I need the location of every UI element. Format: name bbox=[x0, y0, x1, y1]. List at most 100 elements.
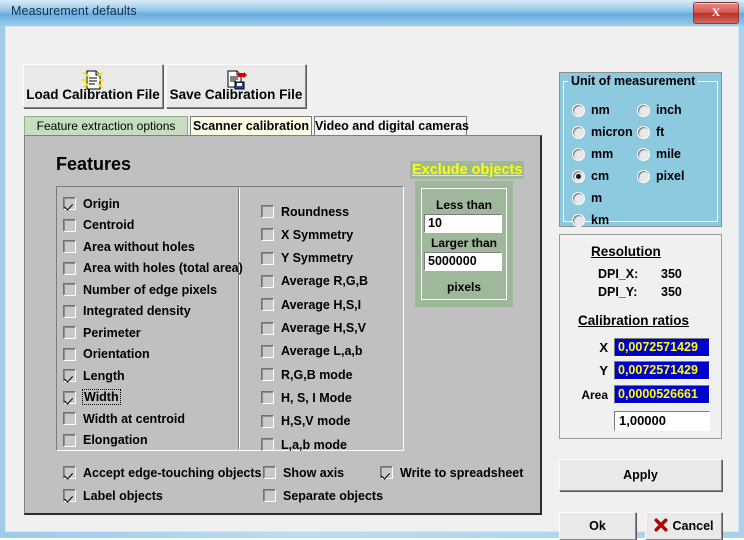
checkbox-box bbox=[63, 489, 76, 502]
checkbox-box bbox=[63, 283, 76, 296]
checkbox-box bbox=[261, 205, 274, 218]
radio-button bbox=[572, 191, 585, 205]
checkbox-box bbox=[261, 251, 274, 265]
feature-checkbox-h-s-v-mode[interactable]: H,S,V mode bbox=[261, 412, 350, 431]
checkbox-label: Length bbox=[83, 368, 125, 383]
checkbox-box bbox=[63, 369, 76, 382]
features-column-divider bbox=[238, 188, 240, 449]
feature-checkbox-length[interactable]: Length bbox=[63, 366, 125, 385]
feature-checkbox-y-symmetry[interactable]: Y Symmetry bbox=[261, 249, 353, 268]
larger-than-input[interactable]: 5000000 bbox=[424, 252, 502, 271]
option-checkbox-show-axis[interactable]: Show axis bbox=[263, 463, 344, 482]
checkbox-box bbox=[261, 298, 274, 312]
unit-radio-pixel[interactable]: pixel bbox=[637, 167, 685, 185]
unit-radio-mile[interactable]: mile bbox=[637, 145, 681, 163]
checkbox-box bbox=[263, 489, 276, 502]
feature-checkbox-elongation[interactable]: Elongation bbox=[63, 431, 148, 450]
checkbox-box bbox=[380, 466, 393, 479]
dialog-client-area: Load Calibration File Save Calibration F… bbox=[5, 26, 739, 540]
unit-of-measurement-group: Unit of measurement nm micron mm cm m km inch f… bbox=[559, 72, 722, 227]
checkbox-label: H, S, I Mode bbox=[281, 390, 352, 405]
feature-checkbox-r-g-b-mode[interactable]: R,G,B mode bbox=[261, 365, 353, 384]
radio-button bbox=[572, 125, 585, 139]
feature-checkbox-area-without-holes[interactable]: Area without holes bbox=[63, 237, 195, 256]
feature-checkbox-width[interactable]: Width bbox=[63, 388, 121, 407]
feature-checkbox-integrated-density[interactable]: Integrated density bbox=[63, 302, 191, 321]
feature-checkbox-h-s-i-mode[interactable]: H, S, I Mode bbox=[261, 388, 352, 407]
unit-radio-micron[interactable]: micron bbox=[572, 123, 633, 141]
tab-scanner-calibration[interactable]: Scanner calibration bbox=[190, 116, 312, 136]
option-checkbox-label-objects[interactable]: Label objects bbox=[63, 486, 163, 505]
save-calibration-file-button[interactable]: Save Calibration File bbox=[166, 64, 306, 108]
feature-checkbox-x-symmetry[interactable]: X Symmetry bbox=[261, 225, 353, 244]
unit-radio-m[interactable]: m bbox=[572, 189, 602, 207]
load-calibration-file-button[interactable]: Load Calibration File bbox=[23, 64, 163, 108]
feature-checkbox-area-with-holes-total-area[interactable]: Area with holes (total area) bbox=[63, 259, 243, 278]
calibration-scale-field[interactable]: 1,00000 bbox=[614, 411, 710, 431]
radio-button bbox=[572, 147, 585, 161]
option-checkbox-separate-objects[interactable]: Separate objects bbox=[263, 486, 383, 505]
checkbox-box bbox=[63, 347, 76, 361]
dpi-x-value: 350 bbox=[661, 267, 682, 281]
option-checkbox-accept-edge-touching-objects[interactable]: Accept edge-touching objects bbox=[63, 463, 262, 482]
feature-checkbox-width-at-centroid[interactable]: Width at centroid bbox=[63, 409, 185, 428]
calibration-y-label: Y bbox=[599, 363, 608, 378]
feature-checkbox-perimeter[interactable]: Perimeter bbox=[63, 323, 141, 342]
checkbox-label: Orientation bbox=[83, 347, 150, 361]
unit-radio-nm[interactable]: nm bbox=[572, 101, 610, 119]
unit-radio-ft[interactable]: ft bbox=[637, 123, 664, 141]
calibration-x-field[interactable]: 0,0072571429 bbox=[614, 338, 710, 357]
checkbox-box bbox=[261, 438, 274, 451]
checkbox-label: H,S,V mode bbox=[281, 414, 351, 429]
checkbox-label: Y Symmetry bbox=[281, 251, 354, 266]
checkbox-label: Integrated density bbox=[83, 304, 191, 318]
dpi-x-label: DPI_X: bbox=[598, 267, 639, 281]
radio-label: ft bbox=[656, 125, 665, 139]
checkbox-box bbox=[63, 304, 76, 318]
resolution-heading: Resolution bbox=[591, 244, 661, 259]
radio-button bbox=[572, 169, 585, 183]
less-than-input[interactable]: 10 bbox=[424, 214, 502, 233]
checkbox-label: Average L,a,b bbox=[281, 344, 363, 359]
feature-checkbox-origin[interactable]: Origin bbox=[63, 194, 120, 213]
apply-button[interactable]: Apply bbox=[559, 459, 722, 491]
save-calibration-file-label: Save Calibration File bbox=[169, 87, 303, 102]
calibration-area-field[interactable]: 0,0000526661 bbox=[614, 385, 710, 404]
checkbox-box bbox=[63, 218, 76, 232]
checkbox-box bbox=[261, 368, 274, 382]
close-icon[interactable]: X bbox=[693, 2, 739, 24]
ok-button[interactable]: Ok bbox=[559, 512, 636, 540]
cancel-button[interactable]: Cancel bbox=[645, 512, 722, 540]
checkbox-box bbox=[261, 321, 274, 335]
feature-checkbox-orientation[interactable]: Orientation bbox=[63, 345, 150, 364]
calibration-area-label: Area bbox=[581, 388, 608, 402]
option-checkbox-write-to-spreadsheet[interactable]: Write to spreadsheet bbox=[380, 463, 523, 482]
feature-checkbox-average-r-g-b[interactable]: Average R,G,B bbox=[261, 272, 368, 291]
feature-checkbox-l-a-b-mode[interactable]: L,a,b mode bbox=[261, 435, 347, 454]
checkbox-label: R,G,B mode bbox=[281, 367, 353, 382]
unit-radio-km[interactable]: km bbox=[572, 211, 609, 229]
checkbox-label: Elongation bbox=[83, 433, 148, 447]
feature-checkbox-average-l-a-b[interactable]: Average L,a,b bbox=[261, 342, 363, 361]
load-calibration-file-label: Load Calibration File bbox=[26, 87, 160, 102]
cancel-button-label: Cancel bbox=[672, 519, 714, 533]
calibration-ratios-heading: Calibration ratios bbox=[578, 313, 690, 328]
unit-radio-mm[interactable]: mm bbox=[572, 145, 613, 163]
checkbox-box bbox=[63, 261, 76, 275]
less-than-label: Less than bbox=[435, 198, 492, 212]
checkbox-label: Average H,S,V bbox=[281, 321, 366, 335]
feature-checkbox-centroid[interactable]: Centroid bbox=[63, 216, 134, 235]
calibration-x-label: X bbox=[599, 340, 608, 355]
unit-radio-inch[interactable]: inch bbox=[637, 101, 682, 119]
feature-checkbox-average-h-s-i[interactable]: Average H,S,I bbox=[261, 295, 361, 314]
feature-checkbox-roundness[interactable]: Roundness bbox=[261, 202, 349, 221]
tab-video-and-digital-cameras[interactable]: Video and digital cameras bbox=[314, 116, 469, 136]
calibration-y-field[interactable]: 0,0072571429 bbox=[614, 361, 710, 380]
feature-checkbox-average-h-s-v[interactable]: Average H,S,V bbox=[261, 319, 366, 338]
feature-checkbox-number-of-edge-pixels[interactable]: Number of edge pixels bbox=[63, 280, 217, 299]
pixels-units-label: pixels bbox=[446, 280, 482, 294]
tab-feature-extraction-options[interactable]: Feature extraction options bbox=[24, 116, 188, 136]
radio-label: pixel bbox=[656, 169, 685, 183]
checkbox-label: Number of edge pixels bbox=[83, 282, 218, 297]
unit-radio-cm[interactable]: cm bbox=[572, 167, 609, 185]
